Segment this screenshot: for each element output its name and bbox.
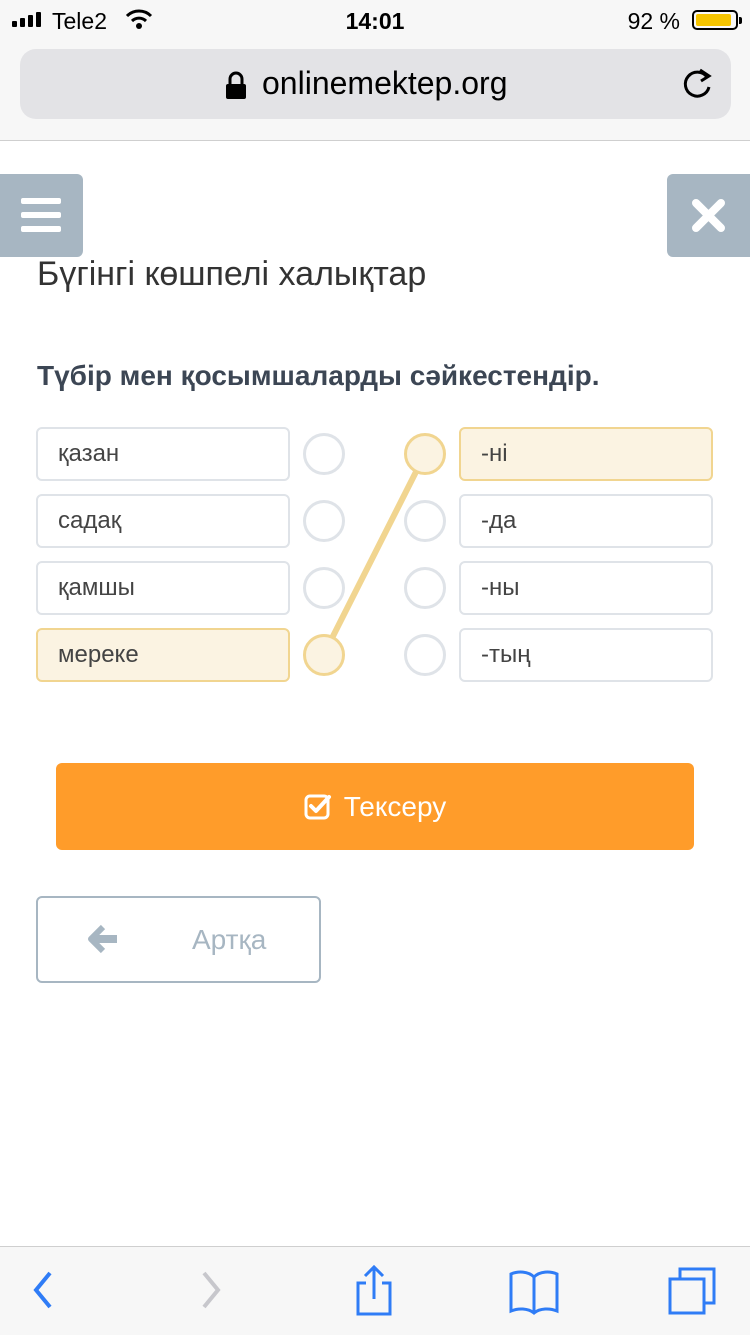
status-bar: Tele2 14:01 92 %	[0, 0, 750, 40]
reload-icon[interactable]	[679, 65, 715, 103]
close-icon	[692, 199, 725, 232]
back-chevron-icon[interactable]	[28, 1265, 58, 1315]
check-button[interactable]: Тексеру	[56, 763, 694, 850]
battery-icon	[692, 10, 742, 30]
close-button[interactable]	[667, 174, 750, 257]
forward-chevron-icon[interactable]	[196, 1265, 226, 1315]
match-left-item[interactable]: садақ	[36, 494, 290, 548]
checkbox-icon	[304, 794, 331, 819]
left-connector-dot-selected[interactable]	[303, 634, 345, 676]
match-right-item-selected[interactable]: -ні	[459, 427, 713, 481]
match-right-item[interactable]: -ны	[459, 561, 713, 615]
share-icon[interactable]	[352, 1265, 396, 1317]
right-connector-dot[interactable]	[404, 500, 446, 542]
back-button[interactable]: Артқа	[36, 896, 321, 983]
back-button-label: Артқа	[192, 924, 267, 955]
right-connector-dot[interactable]	[404, 567, 446, 609]
left-connector-dot[interactable]	[303, 567, 345, 609]
left-connector-dot[interactable]	[303, 433, 345, 475]
lock-icon	[226, 71, 246, 99]
address-bar[interactable]: onlinemektep.org	[20, 49, 731, 119]
match-right-item[interactable]: -тың	[459, 628, 713, 682]
browser-header: onlinemektep.org	[0, 40, 750, 141]
task-instruction: Түбір мен қосымшаларды сәйкестендір.	[37, 360, 600, 391]
right-connector-dot[interactable]	[404, 634, 446, 676]
bookmarks-icon[interactable]	[508, 1265, 560, 1317]
match-right-item[interactable]: -да	[459, 494, 713, 548]
match-left-item[interactable]: қазан	[36, 427, 290, 481]
right-connector-dot-selected[interactable]	[404, 433, 446, 475]
url-text[interactable]: onlinemektep.org	[262, 65, 507, 102]
tabs-icon[interactable]	[666, 1265, 720, 1317]
battery-percent: 92 %	[627, 8, 680, 34]
match-left-item-selected[interactable]: мереке	[36, 628, 290, 682]
arrow-left-icon	[88, 924, 117, 954]
check-button-label: Тексеру	[343, 790, 447, 822]
match-left-item[interactable]: қамшы	[36, 561, 290, 615]
lesson-title: Бүгінгі көшпелі халықтар	[37, 255, 427, 293]
menu-button[interactable]	[0, 174, 83, 257]
left-connector-dot[interactable]	[303, 500, 345, 542]
browser-toolbar	[0, 1246, 750, 1335]
